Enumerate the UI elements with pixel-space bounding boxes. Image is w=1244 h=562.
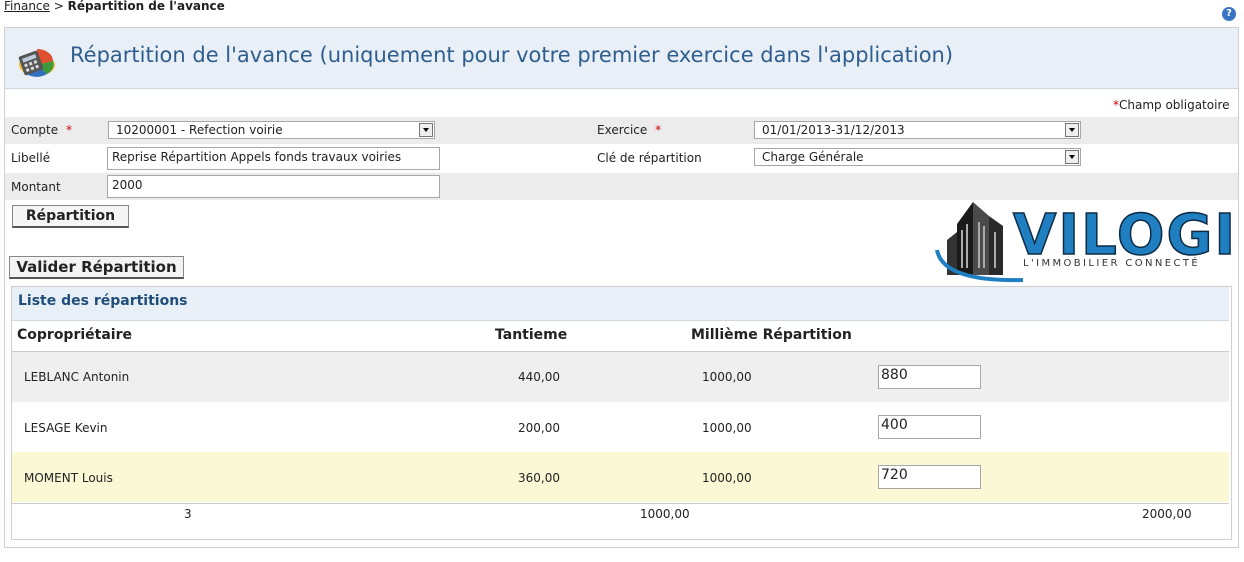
amount-input[interactable]: 880 (878, 365, 981, 389)
logo-brand-text: VILOGI (1012, 203, 1238, 268)
compte-select[interactable]: 10200001 - Refection voirie (108, 121, 435, 139)
libelle-label: Libellé (11, 151, 51, 165)
valider-repartition-button[interactable]: Valider Répartition (9, 256, 184, 279)
millieme-cell: 1000,00 (702, 370, 752, 384)
compte-label: Compte * (11, 123, 72, 137)
owner-cell: LEBLANC Antonin (24, 370, 130, 384)
total-tantieme: 1000,00 (640, 507, 690, 521)
total-count: 3 (184, 507, 192, 521)
repartition-button[interactable]: Répartition (12, 205, 129, 228)
required-star: * (65, 123, 72, 137)
montant-input[interactable]: 2000 (107, 175, 440, 198)
column-header-tantieme[interactable]: Tantieme (495, 327, 567, 343)
chevron-down-icon[interactable] (1065, 123, 1079, 137)
list-header (12, 287, 1229, 321)
vilogi-logo: VILOGI L'IMMOBILIER CONNECTÉ (933, 200, 1236, 288)
montant-label: Montant (11, 180, 61, 194)
breadcrumb-finance-link[interactable]: Finance (4, 0, 50, 13)
breadcrumb-separator: > (53, 0, 64, 13)
logo-tagline: L'IMMOBILIER CONNECTÉ (1023, 258, 1201, 269)
breadcrumb-current: Répartition de l'avance (67, 0, 225, 13)
total-amount: 2000,00 (1142, 507, 1192, 521)
tantieme-cell: 200,00 (518, 421, 560, 435)
millieme-cell: 1000,00 (702, 421, 752, 435)
breadcrumb: Finance > Répartition de l'avance (4, 0, 225, 13)
exercice-label: Exercice * (597, 123, 661, 137)
page-title: Répartition de l'avance (uniquement pour… (70, 43, 954, 67)
exercice-select-value: 01/01/2013-31/12/2013 (762, 123, 905, 137)
amount-input[interactable]: 720 (878, 465, 981, 489)
cle-repartition-select-value: Charge Générale (762, 150, 864, 164)
owner-cell: MOMENT Louis (24, 471, 113, 485)
amount-input[interactable]: 400 (878, 415, 981, 439)
required-note-text: Champ obligatoire (1119, 98, 1230, 112)
millieme-cell: 1000,00 (702, 471, 752, 485)
footer-divider (12, 503, 1229, 504)
exercice-label-text: Exercice (597, 123, 648, 137)
table-row: LESAGE Kevin 200,00 1000,00 400 (12, 402, 1229, 452)
cle-repartition-label: Clé de répartition (597, 151, 702, 165)
compte-select-value: 10200001 - Refection voirie (116, 123, 283, 137)
cle-repartition-select[interactable]: Charge Générale (754, 148, 1081, 166)
libelle-input[interactable]: Reprise Répartition Appels fonds travaux… (107, 147, 440, 170)
tantieme-cell: 440,00 (518, 370, 560, 384)
required-star: * (655, 123, 662, 137)
help-icon[interactable]: ? (1222, 7, 1236, 21)
column-header-owner[interactable]: Copropriétaire (17, 327, 132, 343)
compte-label-text: Compte (11, 123, 59, 137)
tantieme-cell: 360,00 (518, 471, 560, 485)
chevron-down-icon[interactable] (1065, 150, 1079, 164)
required-field-note: *Champ obligatoire (1113, 98, 1230, 112)
list-title: Liste des répartitions (18, 293, 188, 309)
finance-calculator-icon (18, 49, 55, 77)
chevron-down-icon[interactable] (419, 123, 433, 137)
column-header-millieme[interactable]: Millième Répartition (691, 327, 852, 343)
table-row: LEBLANC Antonin 440,00 1000,00 880 (12, 352, 1229, 402)
exercice-select[interactable]: 01/01/2013-31/12/2013 (754, 121, 1081, 139)
owner-cell: LESAGE Kevin (24, 421, 108, 435)
table-row: MOMENT Louis 360,00 1000,00 720 (12, 452, 1229, 502)
